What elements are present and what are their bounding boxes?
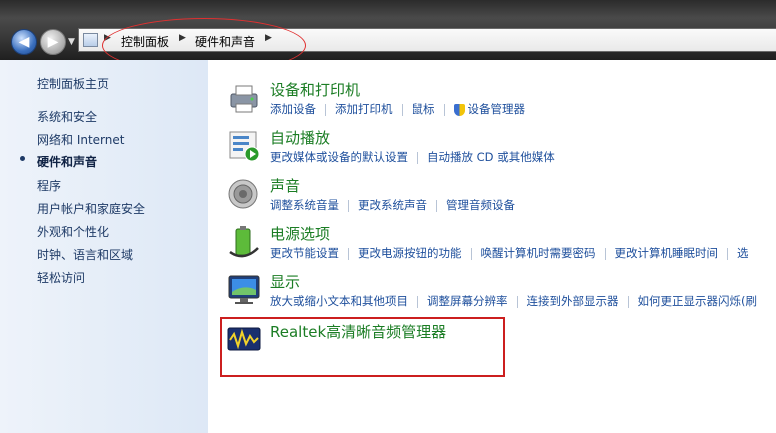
sidebar-item-hardware-sound[interactable]: 硬件和声音 bbox=[37, 153, 97, 170]
category-title-power-options[interactable]: 电源选项 bbox=[270, 223, 330, 244]
link-sleep-time[interactable]: 更改计算机睡眠时间 bbox=[615, 246, 719, 260]
control-panel-icon bbox=[83, 33, 98, 47]
link-autoplay-cd[interactable]: 自动播放 CD 或其他媒体 bbox=[427, 150, 555, 164]
separator bbox=[443, 103, 445, 116]
sidebar-item-clock-language[interactable]: 时钟、语言和区域 bbox=[37, 246, 133, 263]
recent-pages-dropdown[interactable]: ▼ bbox=[68, 37, 75, 47]
sidebar-item-home[interactable]: 控制面板主页 bbox=[37, 75, 109, 92]
separator bbox=[436, 199, 437, 212]
link-change-sounds[interactable]: 更改系统声音 bbox=[358, 198, 427, 212]
link-change-media-defaults[interactable]: 更改媒体或设备的默认设置 bbox=[270, 150, 408, 164]
separator bbox=[727, 247, 728, 260]
printer-icon[interactable] bbox=[226, 80, 262, 116]
separator bbox=[417, 151, 418, 164]
separator bbox=[604, 247, 606, 260]
forward-button[interactable]: ▶ bbox=[40, 29, 66, 55]
link-add-printer[interactable]: 添加打印机 bbox=[335, 102, 393, 116]
links-display: 放大或缩小文本和其他项目 调整屏幕分辨率 连接到外部显示器 如何更正显示器闪烁(刷 bbox=[270, 293, 757, 309]
sidebar-item-appearance[interactable]: 外观和个性化 bbox=[37, 223, 109, 240]
sidebar-item-system-security[interactable]: 系统和安全 bbox=[37, 108, 97, 125]
sidebar-item-programs[interactable]: 程序 bbox=[37, 177, 61, 194]
links-devices-printers: 添加设备 添加打印机 鼠标 设备管理器 bbox=[270, 101, 525, 117]
sidebar: 控制面板主页 系统和安全 网络和 Internet 硬件和声音 程序 用户帐户和… bbox=[0, 60, 208, 433]
monitor-icon[interactable] bbox=[226, 272, 262, 308]
link-external-display[interactable]: 连接到外部显示器 bbox=[527, 294, 619, 308]
arrow-right-icon: ▶ bbox=[47, 34, 59, 50]
category-title-devices-printers[interactable]: 设备和打印机 bbox=[270, 79, 360, 100]
separator bbox=[401, 103, 403, 116]
link-choose-plan[interactable]: 选 bbox=[737, 246, 749, 260]
links-power-options: 更改节能设置 更改电源按钮的功能 唤醒计算机时需要密码 更改计算机睡眠时间 选 bbox=[270, 245, 749, 261]
link-manage-audio-devices[interactable]: 管理音频设备 bbox=[446, 198, 515, 212]
link-resolution[interactable]: 调整屏幕分辨率 bbox=[427, 294, 508, 308]
sidebar-item-network[interactable]: 网络和 Internet bbox=[37, 131, 124, 148]
main-content: 设备和打印机 添加设备 添加打印机 鼠标 设备管理器 自动播放 更改媒体或设备的默认设… bbox=[208, 60, 776, 433]
link-refresh-rate[interactable]: 如何更正显示器闪烁(刷 bbox=[638, 294, 758, 308]
sidebar-item-user-accounts[interactable]: 用户帐户和家庭安全 bbox=[37, 200, 145, 217]
link-adjust-volume[interactable]: 调整系统音量 bbox=[270, 198, 339, 212]
link-power-saving[interactable]: 更改节能设置 bbox=[270, 246, 339, 260]
annotation-rectangle bbox=[220, 317, 505, 377]
separator bbox=[516, 295, 518, 308]
speaker-icon[interactable] bbox=[226, 176, 262, 212]
link-text-size[interactable]: 放大或缩小文本和其他项目 bbox=[270, 294, 408, 308]
battery-icon[interactable] bbox=[226, 224, 262, 260]
links-sound: 调整系统音量 更改系统声音 管理音频设备 bbox=[270, 197, 515, 213]
separator bbox=[348, 199, 349, 212]
separator bbox=[627, 295, 629, 308]
separator bbox=[417, 295, 418, 308]
link-add-device[interactable]: 添加设备 bbox=[270, 102, 316, 116]
sidebar-item-ease-of-access[interactable]: 轻松访问 bbox=[37, 269, 85, 286]
link-mouse[interactable]: 鼠标 bbox=[412, 102, 435, 116]
category-title-autoplay[interactable]: 自动播放 bbox=[270, 127, 330, 148]
shield-icon bbox=[453, 103, 465, 116]
category-title-sound[interactable]: 声音 bbox=[270, 175, 300, 196]
arrow-left-icon: ◀ bbox=[18, 34, 30, 50]
back-button[interactable]: ◀ bbox=[11, 29, 37, 55]
selected-bullet-icon bbox=[20, 156, 25, 161]
separator bbox=[470, 247, 472, 260]
separator bbox=[348, 247, 349, 260]
autoplay-icon[interactable] bbox=[226, 128, 262, 164]
link-device-manager[interactable]: 设备管理器 bbox=[468, 102, 526, 116]
category-title-display[interactable]: 显示 bbox=[270, 271, 300, 292]
separator bbox=[325, 103, 326, 116]
link-power-button[interactable]: 更改电源按钮的功能 bbox=[358, 246, 462, 260]
link-require-password[interactable]: 唤醒计算机时需要密码 bbox=[481, 246, 596, 260]
links-autoplay: 更改媒体或设备的默认设置 自动播放 CD 或其他媒体 bbox=[270, 149, 555, 165]
